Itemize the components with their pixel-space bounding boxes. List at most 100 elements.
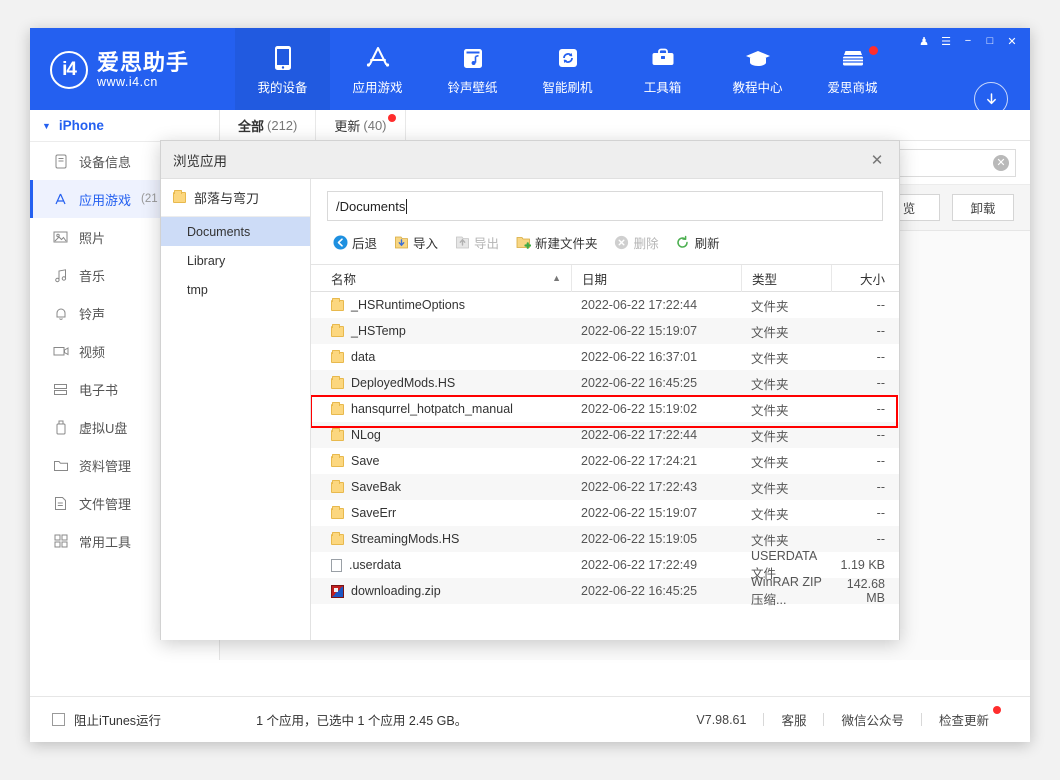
table-row[interactable]: SaveBak 2022-06-22 17:22:43 文件夹 --	[311, 474, 899, 500]
sidebar-item-label: 电子书	[79, 382, 119, 398]
brand-text: 爱思助手 www.i4.cn	[97, 51, 189, 89]
row-name-cell: data	[311, 349, 571, 364]
nav-item-flash[interactable]: 智能刷机	[520, 28, 615, 110]
uninstall-button[interactable]: 卸载	[952, 194, 1014, 221]
nav-item-store[interactable]: 爱思商城	[805, 28, 900, 110]
table-row[interactable]: downloading.zip 2022-06-22 16:45:25 WinR…	[311, 575, 899, 607]
dialog-toolbar: 后退 导入 导出 新建文件夹 删除 刷新	[311, 221, 899, 265]
nav-items: 我的设备 应用游戏 铃声壁纸 智能刷机 工具箱 教程中心 爱思商城	[235, 28, 900, 110]
menu-icon[interactable]: ☰	[936, 32, 956, 50]
table-row[interactable]: Save 2022-06-22 17:24:21 文件夹 --	[311, 448, 899, 474]
flash-icon	[555, 42, 581, 72]
file-name: StreamingMods.HS	[351, 532, 460, 546]
nav-item-ringtone-wallpaper[interactable]: 铃声壁纸	[425, 28, 520, 110]
nav-label: 应用游戏	[352, 81, 403, 95]
file-date: 2022-06-22 16:37:01	[581, 350, 698, 364]
toolbar-label: 后退	[352, 237, 378, 251]
row-name-cell: SaveErr	[311, 505, 571, 520]
toolbar-label: 删除	[633, 237, 659, 251]
folder-icon	[331, 427, 344, 441]
file-size: --	[876, 454, 885, 468]
column-header-date[interactable]: 日期	[571, 264, 741, 292]
refresh-button[interactable]: 刷新	[670, 230, 725, 255]
clear-circle-icon[interactable]: ✕	[993, 154, 1009, 171]
check-update-link[interactable]: 检查更新	[922, 706, 1006, 729]
maximize-icon[interactable]: □	[980, 32, 1000, 50]
status-right-links: V7.98.61 客服 微信公众号 检查更新	[679, 706, 1030, 729]
folder-icon	[331, 349, 344, 363]
toolbar-label: 刷新	[694, 237, 720, 251]
tree-item-tmp[interactable]: tmp	[161, 275, 310, 304]
close-icon[interactable]: ✕	[1002, 32, 1022, 50]
table-row-highlighted[interactable]: DeployedMods.HS 2022-06-22 16:45:25 文件夹 …	[311, 370, 899, 396]
column-header-size[interactable]: 大小	[831, 264, 899, 292]
store-badge-dot	[869, 46, 878, 55]
row-name-cell: _HSTemp	[311, 323, 571, 338]
document-icon	[52, 495, 69, 512]
file-icon	[331, 558, 342, 572]
wechat-link[interactable]: 微信公众号	[824, 710, 921, 729]
file-name: _HSRuntimeOptions	[351, 298, 465, 312]
sidebar-item-label: 音乐	[79, 268, 106, 284]
path-input[interactable]: /Documents	[327, 191, 883, 221]
column-header-name[interactable]: 名称 ▲	[311, 265, 571, 292]
table-row[interactable]: data 2022-06-22 16:37:01 文件夹 --	[311, 344, 899, 370]
delete-button: 删除	[609, 230, 664, 255]
device-name: iPhone	[58, 118, 104, 133]
toolbox-icon	[649, 42, 677, 72]
block-itunes-checkbox[interactable]	[52, 713, 65, 726]
file-type: 文件夹	[751, 299, 789, 314]
file-size: --	[876, 506, 885, 520]
bell-icon	[52, 305, 69, 322]
nav-item-my-device[interactable]: 我的设备	[235, 28, 330, 110]
app-window: i4 爱思助手 www.i4.cn 我的设备 应用游戏 铃声壁纸 智能刷机 工具…	[30, 28, 1030, 742]
skin-icon[interactable]: ♟	[914, 32, 934, 50]
table-row[interactable]: hansqurrel_hotpatch_manual 2022-06-22 15…	[311, 396, 899, 422]
sidebar-device-header[interactable]: ▼ iPhone	[30, 110, 219, 142]
support-link[interactable]: 客服	[764, 710, 823, 729]
sidebar-item-label: 应用游戏	[79, 192, 132, 208]
nav-item-toolbox[interactable]: 工具箱	[615, 28, 710, 110]
file-type: 文件夹	[751, 403, 789, 418]
table-row[interactable]: _HSTemp 2022-06-22 15:19:07 文件夹 --	[311, 318, 899, 344]
table-row[interactable]: NLog 2022-06-22 17:22:44 文件夹 --	[311, 422, 899, 448]
tree-app-root[interactable]: 部落与弯刀	[161, 179, 310, 217]
nav-item-apps-games[interactable]: 应用游戏	[330, 28, 425, 110]
dialog-title: 浏览应用	[173, 153, 227, 169]
table-row[interactable]: _HSRuntimeOptions 2022-06-22 17:22:44 文件…	[311, 292, 899, 318]
status-bar: 阻止iTunes运行 1 个应用，已选中 1 个应用 2.45 GB。 V7.9…	[30, 696, 1030, 742]
close-icon[interactable]: ✕	[867, 150, 887, 170]
row-name-cell: StreamingMods.HS	[311, 531, 571, 546]
text-caret	[406, 198, 408, 214]
toolbar-label: 新建文件夹	[535, 237, 598, 251]
content-tabs: 全部 (212) 更新 (40)	[220, 109, 1030, 141]
nav-label: 铃声壁纸	[447, 81, 498, 95]
video-icon	[52, 343, 69, 360]
tab-count: (212)	[267, 117, 298, 133]
block-itunes-label: 阻止iTunes运行	[74, 714, 162, 728]
tab-all[interactable]: 全部 (212)	[220, 109, 317, 141]
appstore-icon	[363, 42, 393, 72]
file-size: 1.19 KB	[840, 558, 885, 572]
zip-icon	[331, 584, 344, 598]
back-icon	[332, 235, 348, 251]
graduation-icon	[744, 42, 772, 72]
nav-item-tutorial[interactable]: 教程中心	[710, 28, 805, 110]
file-date: 2022-06-22 16:45:25	[581, 376, 698, 390]
tab-updates[interactable]: 更新 (40)	[316, 109, 406, 141]
brand-logo-area: i4 爱思助手 www.i4.cn	[50, 42, 235, 98]
minimize-icon[interactable]: −	[958, 32, 978, 50]
tree-item-documents[interactable]: Documents	[161, 217, 310, 246]
column-header-type[interactable]: 类型	[741, 264, 831, 292]
table-row[interactable]: SaveErr 2022-06-22 15:19:07 文件夹 --	[311, 500, 899, 526]
file-type: 文件夹	[751, 481, 789, 496]
back-button[interactable]: 后退	[327, 230, 382, 255]
new-folder-button[interactable]: 新建文件夹	[510, 230, 603, 255]
folder-icon	[52, 457, 69, 474]
tree-item-library[interactable]: Library	[161, 246, 310, 275]
row-name-cell: Save	[311, 453, 571, 468]
import-button[interactable]: 导入	[388, 230, 443, 255]
file-date: 2022-06-22 17:22:44	[581, 298, 698, 312]
folder-icon	[331, 505, 344, 519]
file-name: SaveErr	[351, 506, 397, 520]
